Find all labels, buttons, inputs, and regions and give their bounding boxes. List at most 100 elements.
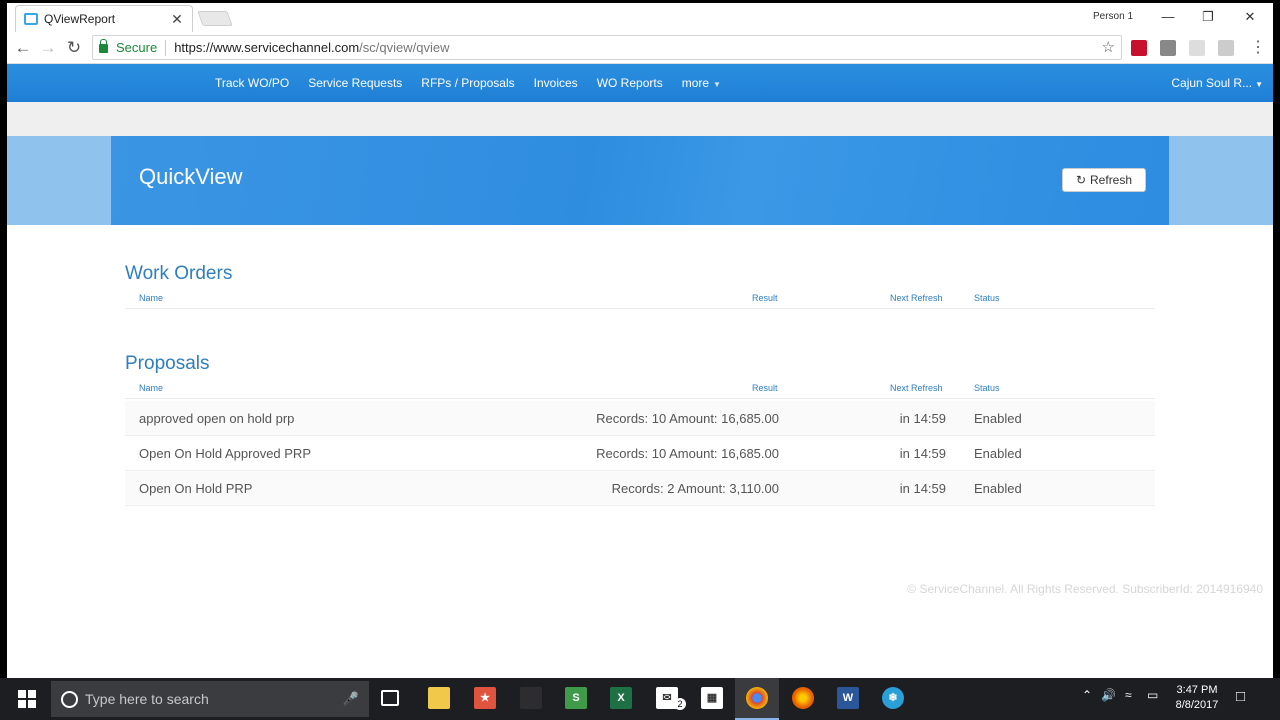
taskbar-clock[interactable]: 3:47 PM 8/8/2017 [1172, 683, 1222, 713]
nav-wo-reports[interactable]: WO Reports [597, 76, 663, 90]
cortana-icon [61, 690, 78, 708]
profile-name[interactable]: Person 1 [1093, 11, 1133, 22]
pdf-extension-icon[interactable] [1218, 40, 1234, 56]
clock-date: 8/8/2017 [1175, 699, 1219, 711]
tab-title: QViewReport [44, 12, 116, 26]
chrome-icon[interactable] [746, 687, 768, 709]
address-bar[interactable]: Secure https://www.servicechannel.com/sc… [92, 35, 1122, 60]
firefox-icon[interactable] [792, 687, 814, 709]
new-tab-button[interactable] [197, 11, 233, 26]
work-orders-title: Work Orders [125, 263, 233, 284]
chevron-up-icon[interactable]: ⌃ [1082, 688, 1092, 702]
page-favicon-icon [24, 13, 38, 25]
chevron-down-icon: ▼ [1255, 80, 1263, 89]
wifi-icon[interactable]: ≈ [1125, 688, 1132, 702]
col-result: Result [752, 293, 778, 303]
restore-icon[interactable]: ❐ [1193, 7, 1223, 27]
word-icon[interactable]: W [837, 687, 859, 709]
reload-icon[interactable]: ↻ [63, 37, 85, 59]
user-menu[interactable]: Cajun Soul R... ▼ [1171, 76, 1263, 90]
app-icon[interactable] [520, 687, 542, 709]
nav-service-requests[interactable]: Service Requests [308, 76, 402, 90]
app-icon[interactable]: S [565, 687, 587, 709]
col-name: Name [139, 293, 164, 303]
col-status: Status [974, 293, 1000, 303]
col-status: Status [974, 383, 1000, 393]
task-view-icon[interactable] [381, 690, 399, 706]
footer-copyright: © ServiceChannel. All Rights Reserved. S… [907, 582, 1263, 596]
taskbar-search-box[interactable]: Type here to search 🎤 [51, 681, 369, 717]
row-next-refresh: in 14:59 [899, 411, 946, 426]
refresh-icon: ↻ [1075, 173, 1087, 187]
menu-kebab-icon[interactable]: ⋮ [1247, 37, 1269, 59]
calendar-icon[interactable]: ▦ [701, 687, 723, 709]
proposals-header: Name Result Next Refresh Status [125, 383, 1155, 399]
row-name[interactable]: Open On Hold Approved PRP [139, 446, 311, 461]
file-explorer-icon[interactable] [428, 687, 450, 709]
row-status: Enabled [974, 411, 1022, 426]
row-status: Enabled [974, 446, 1022, 461]
nav-more[interactable]: more ▼ [682, 76, 721, 90]
url-host: https://www.servicechannel.com [174, 40, 360, 55]
row-result: Records: 10 Amount: 16,685.00 [596, 446, 779, 461]
proposals-title: Proposals [125, 353, 210, 374]
close-window-icon[interactable]: ✕ [1235, 7, 1265, 27]
hero-banner: QuickView ↻ Refresh [7, 136, 1273, 225]
table-row[interactable]: Open On Hold Approved PRP Records: 10 Am… [125, 436, 1155, 471]
mail-badge: 2 [674, 698, 686, 710]
user-name: Cajun Soul R... [1171, 76, 1253, 90]
nav-rfps-proposals[interactable]: RFPs / Proposals [421, 76, 514, 90]
lock-icon [99, 39, 108, 53]
row-result: Records: 2 Amount: 3,110.00 [611, 481, 779, 496]
nav-menu: Track WO/PO Service Requests RFPs / Prop… [215, 64, 740, 102]
col-result: Result [752, 383, 778, 393]
sub-bar [7, 102, 1273, 136]
nav-invoices[interactable]: Invoices [534, 76, 578, 90]
col-next-refresh: Next Refresh [890, 383, 943, 393]
microphone-icon[interactable]: 🎤 [343, 691, 359, 707]
back-arrow-icon[interactable]: ← [12, 37, 34, 59]
extension-icon[interactable] [1160, 40, 1176, 56]
secure-label: Secure [116, 40, 158, 55]
adobe-extension-icon[interactable] [1131, 40, 1147, 56]
snowflake-extension-icon[interactable] [1189, 40, 1205, 56]
tab-strip: QViewReport ✕ Person 1 — ❐ ✕ [7, 3, 1273, 32]
row-name[interactable]: approved open on hold prp [139, 411, 294, 426]
volume-icon[interactable]: 🔊 [1101, 688, 1116, 702]
nav-more-label: more [681, 76, 710, 90]
forward-arrow-icon[interactable]: → [37, 37, 59, 59]
row-name[interactable]: Open On Hold PRP [139, 481, 252, 496]
browser-toolbar: ← → ↻ Secure https://www.servicechannel.… [7, 32, 1273, 64]
app-navbar: Track WO/PO Service Requests RFPs / Prop… [7, 64, 1273, 102]
screen: QViewReport ✕ Person 1 — ❐ ✕ ← → ↻ Secur… [0, 0, 1280, 720]
url-path: /sc/qview/qview [359, 40, 450, 55]
tab-qviewreport[interactable]: QViewReport ✕ [15, 5, 193, 32]
app-icon[interactable]: ★ [474, 687, 496, 709]
row-result: Records: 10 Amount: 16,685.00 [596, 411, 779, 426]
refresh-label: Refresh [1090, 173, 1133, 187]
row-status: Enabled [974, 481, 1022, 496]
tab-close-icon[interactable]: ✕ [170, 11, 184, 28]
chevron-down-icon: ▼ [713, 80, 721, 89]
page-title: QuickView [139, 164, 243, 189]
browser-window: QViewReport ✕ Person 1 — ❐ ✕ ← → ↻ Secur… [7, 3, 1273, 678]
bookmark-star-icon[interactable]: ☆ [1102, 38, 1115, 56]
clock-time: 3:47 PM [1176, 684, 1218, 696]
excel-icon[interactable]: X [610, 687, 632, 709]
table-row[interactable]: approved open on hold prp Records: 10 Am… [125, 401, 1155, 436]
nav-track-wo-po[interactable]: Track WO/PO [215, 76, 289, 90]
col-name: Name [139, 383, 164, 393]
refresh-button[interactable]: ↻ Refresh [1062, 168, 1146, 192]
col-next-refresh: Next Refresh [890, 293, 943, 303]
row-next-refresh: in 14:59 [899, 446, 946, 461]
windows-taskbar: Type here to search 🎤 ★ S X ✉ 2 ▦ W ❄ ⌃ … [0, 678, 1280, 720]
minimize-icon[interactable]: — [1153, 7, 1183, 27]
battery-icon[interactable]: ▭ [1147, 688, 1158, 702]
table-row[interactable]: Open On Hold PRP Records: 2 Amount: 3,11… [125, 471, 1155, 506]
search-placeholder: Type here to search [85, 691, 209, 707]
hero-panel: QuickView ↻ Refresh [111, 136, 1169, 225]
snowflake-icon[interactable]: ❄ [882, 687, 904, 709]
notifications-icon[interactable]: □ [1236, 688, 1245, 705]
windows-start-icon[interactable] [18, 690, 36, 708]
row-next-refresh: in 14:59 [899, 481, 946, 496]
